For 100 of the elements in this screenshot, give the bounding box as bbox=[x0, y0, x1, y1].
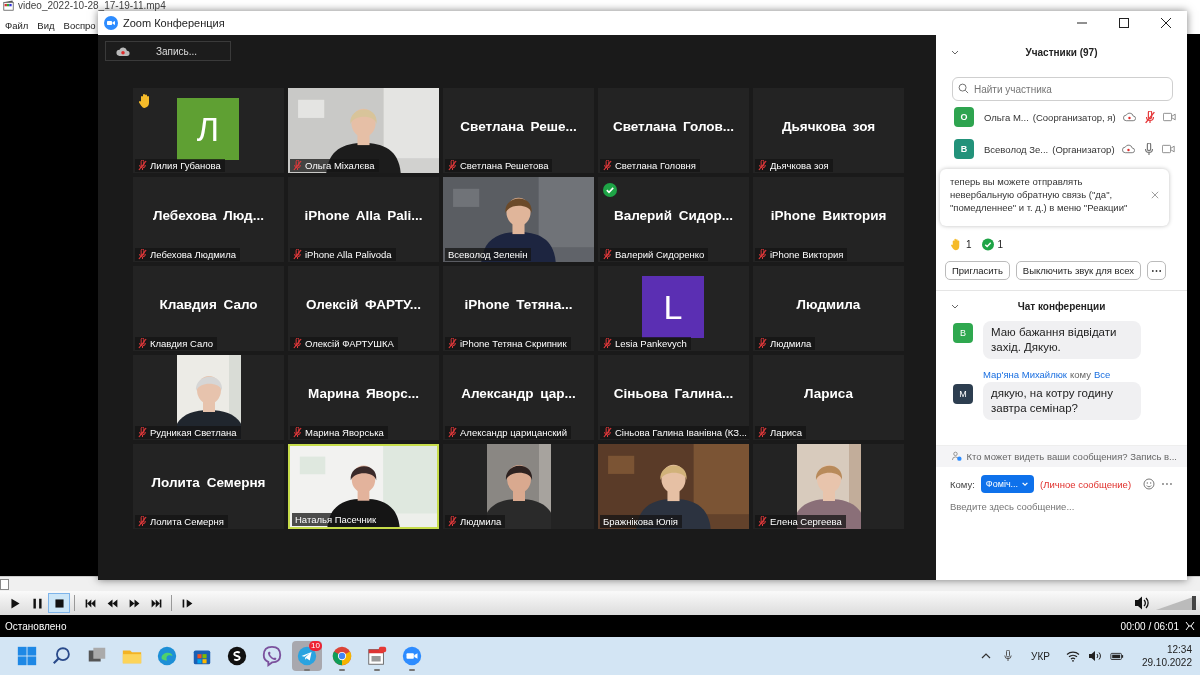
participant-name: Олексій ФАРТУ... bbox=[305, 297, 422, 312]
video-tile[interactable]: Л Лилия Губанова bbox=[133, 88, 284, 173]
telegram-taskbar-button[interactable]: 10 bbox=[292, 641, 322, 671]
search-field[interactable]: Найти участника bbox=[952, 77, 1173, 101]
video-tile[interactable]: Клавдия Сало Клавдия Сало bbox=[133, 266, 284, 351]
clock-date[interactable]: 29.10.2022 bbox=[1141, 656, 1192, 669]
avatar: В bbox=[954, 139, 974, 159]
wifi-icon[interactable] bbox=[1065, 650, 1080, 662]
name-label: Александр царицанский bbox=[445, 426, 571, 439]
status-text: Остановлено bbox=[5, 620, 67, 632]
video-tile[interactable]: Лариса Лариса bbox=[753, 355, 904, 440]
participant-name: Дьячкова зоя bbox=[781, 119, 876, 134]
battery-icon[interactable] bbox=[1109, 650, 1124, 662]
volume-thumb[interactable] bbox=[1192, 596, 1196, 610]
cloud-icon bbox=[1121, 144, 1135, 154]
video-tile[interactable]: Всеволод Зеленін bbox=[443, 177, 594, 262]
muted-mic-icon bbox=[448, 516, 457, 527]
participant-name[interactable]: Всеволод Зе... bbox=[984, 143, 1049, 155]
video-tile[interactable]: Олексій ФАРТУ... Олексій ФАРТУШКА bbox=[288, 266, 439, 351]
sender-name[interactable]: Мар'яна Михайлюк bbox=[983, 369, 1067, 380]
muted-mic-icon bbox=[448, 427, 457, 438]
video-tile[interactable]: Лебехова Люд... Лебехова Людмила bbox=[133, 177, 284, 262]
video-tile[interactable]: Елена Сергеева bbox=[753, 444, 904, 529]
name-label: Елена Сергеева bbox=[755, 515, 846, 528]
menu-item[interactable]: Файл bbox=[5, 20, 29, 31]
video-tile[interactable]: Лолита Семерня Лолита Семерня bbox=[133, 444, 284, 529]
muted-mic-icon bbox=[448, 160, 457, 171]
video-tile[interactable]: Марина Яворс... Марина Яворська bbox=[288, 355, 439, 440]
video-tile[interactable]: Александр цар... Александр царицанский bbox=[443, 355, 594, 440]
video-tile[interactable]: iPhone Alla Pali... iPhone Alla Palivoda bbox=[288, 177, 439, 262]
name-label: Светлана Головня bbox=[600, 159, 700, 172]
menu-item[interactable]: Вид bbox=[37, 20, 55, 31]
name-label: Лолита Семерня bbox=[135, 515, 228, 528]
maximize-icon[interactable] bbox=[1119, 18, 1129, 28]
muted-mic-icon bbox=[138, 427, 147, 438]
participant-name[interactable]: Ольга М... bbox=[984, 111, 1029, 123]
close-icon[interactable] bbox=[1161, 18, 1171, 28]
video-tile[interactable]: iPhone Виктория iPhone Виктория bbox=[753, 177, 904, 262]
video-tile[interactable]: Валерий Сидор... Валерий Сидоренко bbox=[598, 177, 749, 262]
people-icon bbox=[952, 451, 963, 462]
video-tile[interactable]: Сіньова Галина... Сіньова Галина Іванівна (КЗ... bbox=[598, 355, 749, 440]
video-tile[interactable]: Светлана Голов... Светлана Головня bbox=[598, 88, 749, 173]
participant-name: Людмила bbox=[796, 297, 861, 312]
resize-icon bbox=[1185, 621, 1195, 631]
clock-time[interactable]: 12:34 bbox=[1166, 643, 1192, 656]
participant-name: Валерий Сидор... bbox=[613, 208, 734, 223]
name-label: Людмила bbox=[755, 337, 816, 350]
video-tile[interactable]: Дьячкова зоя Дьячкова зоя bbox=[753, 88, 904, 173]
video-tile[interactable]: Бражнікова Юлія bbox=[598, 444, 749, 529]
recipient-dropdown[interactable]: Фоміч... bbox=[980, 475, 1035, 493]
play-icon bbox=[8, 596, 22, 610]
video-tile[interactable]: Ольга Міхалєва bbox=[288, 88, 439, 173]
muted-mic-icon bbox=[603, 160, 612, 171]
video-tile[interactable]: Людмила bbox=[443, 444, 594, 529]
panel-button[interactable]: Пригласить bbox=[945, 261, 1010, 280]
search-icon bbox=[958, 83, 969, 94]
volume-slider[interactable] bbox=[1156, 596, 1196, 610]
avatar: О bbox=[954, 107, 974, 127]
more-button[interactable] bbox=[1147, 261, 1167, 280]
record-button[interactable]: Запись... bbox=[105, 41, 231, 61]
recipient-name[interactable]: Все bbox=[1093, 369, 1111, 380]
muted-mic-icon bbox=[138, 160, 147, 171]
seek-thumb[interactable] bbox=[0, 579, 9, 590]
stop-button[interactable] bbox=[48, 593, 70, 613]
mic-icon bbox=[1142, 142, 1155, 156]
menu-item[interactable]: Воспро bbox=[63, 20, 96, 31]
speaker-icon[interactable] bbox=[1134, 595, 1150, 611]
camera-icon[interactable] bbox=[1161, 144, 1175, 154]
name-label: iPhone Alla Palivoda bbox=[290, 248, 396, 261]
video-tile[interactable]: Наталья Пасечник bbox=[288, 444, 439, 529]
language-indicator[interactable]: УКР bbox=[1031, 650, 1050, 662]
video-tile[interactable]: L Lesia Pankevych bbox=[598, 266, 749, 351]
chat-message: дякую, на котру годину завтра семінар? bbox=[983, 382, 1141, 420]
video-tile[interactable]: iPhone Тетяна... iPhone Тетяна Скрипник bbox=[443, 266, 594, 351]
name-label: iPhone Виктория bbox=[755, 248, 848, 261]
name-label: Ольга Міхалєва bbox=[290, 159, 379, 172]
avatar: L bbox=[642, 276, 704, 338]
window-title: video_2022-10-28_17-19-11.mp4 bbox=[18, 0, 166, 11]
video-tile[interactable]: Людмила Людмила bbox=[753, 266, 904, 351]
participant-name: Лолита Семерня bbox=[151, 475, 266, 490]
volume-icon[interactable] bbox=[1087, 650, 1102, 662]
video-tile[interactable]: Рудникая Светлана bbox=[133, 355, 284, 440]
name-label: Рудникая Светлана bbox=[135, 426, 241, 439]
name-label: Лебехова Людмила bbox=[135, 248, 240, 261]
video-tile[interactable]: Светлана Реше... Светлана Решетова bbox=[443, 88, 594, 173]
name-label: Бражнікова Юлія bbox=[600, 515, 682, 528]
cloud-record-icon bbox=[116, 45, 130, 57]
participant-name: iPhone Alla Pali... bbox=[304, 208, 423, 223]
avatar: М bbox=[953, 384, 973, 404]
avatar: В bbox=[953, 323, 973, 343]
panel-button[interactable]: Выключить звук для всех bbox=[1015, 261, 1142, 280]
muted-mic-icon bbox=[758, 338, 767, 349]
participant-name: Александр цар... bbox=[461, 386, 576, 401]
name-label: iPhone Тетяна Скрипник bbox=[445, 337, 571, 350]
recipient-label: кому bbox=[1070, 369, 1091, 380]
emoji-icon[interactable] bbox=[1143, 478, 1156, 490]
step-icon bbox=[180, 596, 194, 610]
browser-icon bbox=[156, 645, 178, 667]
search-icon bbox=[51, 645, 73, 667]
camera-icon[interactable] bbox=[1162, 112, 1176, 122]
